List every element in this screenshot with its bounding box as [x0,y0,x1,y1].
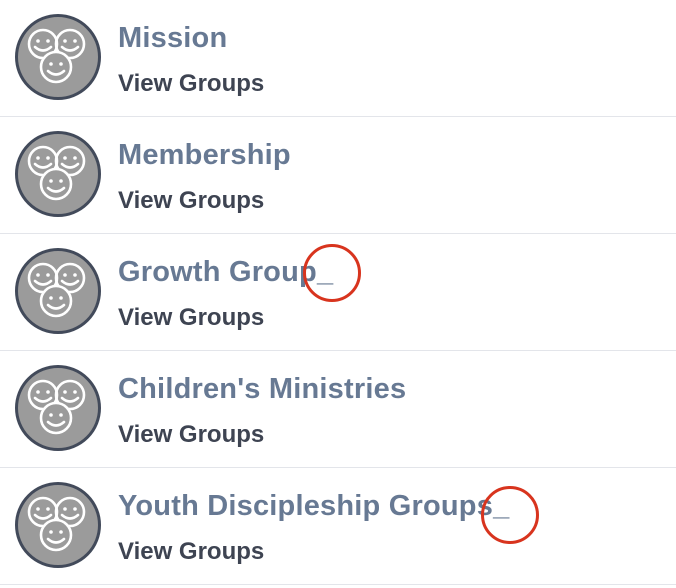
group-list: Mission View Groups Membership View Grou… [0,0,676,588]
group-title: Mission [118,22,228,54]
group-title: Membership [118,139,291,171]
group-title: Growth Group_ [118,256,334,288]
group-row-childrens-ministries[interactable]: Children's Ministries View Groups [0,351,676,468]
view-groups-link[interactable]: View Groups [118,421,264,449]
people-group-icon [15,14,101,100]
group-row-mission[interactable]: Mission View Groups [0,0,676,117]
group-title: Youth Discipleship Groups_ [118,490,510,522]
view-groups-link[interactable]: View Groups [118,538,264,566]
view-groups-link[interactable]: View Groups [118,70,264,98]
people-group-icon [15,131,101,217]
group-row-youth-discipleship-groups[interactable]: Youth Discipleship Groups_ View Groups [0,468,676,585]
group-title: Children's Ministries [118,373,407,405]
view-groups-link[interactable]: View Groups [118,304,264,332]
annotation-circle [481,486,539,544]
annotation-circle [303,244,361,302]
people-group-icon [15,482,101,568]
group-row-membership[interactable]: Membership View Groups [0,117,676,234]
people-group-icon [15,248,101,334]
people-group-icon [15,365,101,451]
view-groups-link[interactable]: View Groups [118,187,264,215]
